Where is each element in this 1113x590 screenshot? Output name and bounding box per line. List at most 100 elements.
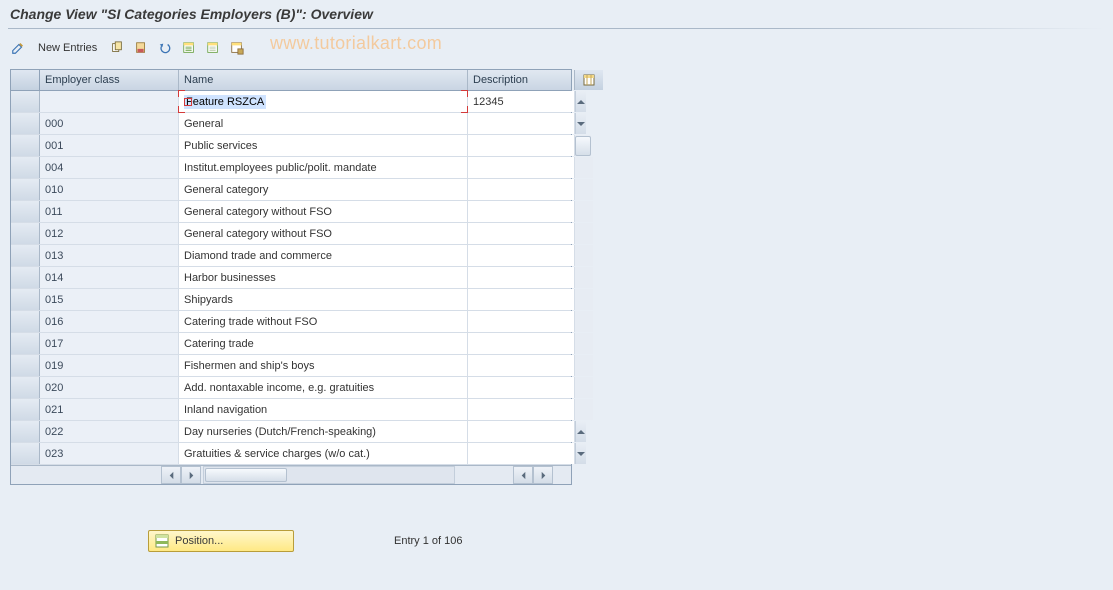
row-selector[interactable] [11, 91, 40, 112]
row-selector[interactable] [11, 223, 40, 244]
scrollbar-track[interactable] [575, 311, 593, 332]
position-button[interactable]: Position... [148, 530, 294, 552]
cell-description[interactable] [468, 201, 575, 222]
cell-employer-class[interactable]: 000 [40, 113, 179, 134]
row-selector[interactable] [11, 355, 40, 376]
scrollbar-track[interactable] [575, 289, 593, 310]
cell-description[interactable] [468, 421, 575, 442]
scrollbar-track[interactable] [575, 135, 591, 156]
configure-columns-icon[interactable] [575, 70, 603, 90]
delete-icon[interactable] [131, 38, 151, 58]
cell-employer-class[interactable] [40, 91, 179, 112]
cell-description[interactable]: 12345 [468, 91, 575, 112]
cell-description[interactable] [468, 267, 575, 288]
row-selector[interactable] [11, 311, 40, 332]
hscroll-thumb[interactable] [205, 468, 287, 482]
row-selector[interactable] [11, 399, 40, 420]
cell-employer-class[interactable]: 004 [40, 157, 179, 178]
cell-description[interactable] [468, 333, 575, 354]
cell-employer-class[interactable]: 010 [40, 179, 179, 200]
cell-description[interactable] [468, 179, 575, 200]
cell-employer-class[interactable]: 011 [40, 201, 179, 222]
scrollbar-track[interactable] [575, 355, 593, 376]
cell-name[interactable]: Shipyards [179, 289, 468, 310]
scrollbar-track[interactable] [575, 333, 593, 354]
cell-employer-class[interactable]: 001 [40, 135, 179, 156]
cell-description[interactable] [468, 443, 575, 464]
cell-description[interactable] [468, 223, 575, 244]
scrollbar-track[interactable] [575, 223, 593, 244]
cell-description[interactable] [468, 355, 575, 376]
hscroll-track[interactable] [203, 466, 455, 484]
scrollbar-track[interactable] [575, 157, 593, 178]
cell-description[interactable] [468, 245, 575, 266]
cell-description[interactable] [468, 377, 575, 398]
cell-name[interactable]: Feature RSZCA [179, 91, 468, 112]
cell-description[interactable] [468, 289, 575, 310]
change-icon[interactable] [8, 38, 28, 58]
table-settings-icon[interactable] [227, 38, 247, 58]
cell-employer-class[interactable]: 014 [40, 267, 179, 288]
scrollbar-track[interactable] [575, 399, 593, 420]
cell-description[interactable] [468, 113, 575, 134]
cell-description[interactable] [468, 399, 575, 420]
scroll-right-step-icon[interactable] [181, 466, 201, 484]
scroll-left-step-icon[interactable] [513, 466, 533, 484]
cell-name[interactable]: Add. nontaxable income, e.g. gratuities [179, 377, 468, 398]
cell-name[interactable]: Institut.employees public/polit. mandate [179, 157, 468, 178]
row-selector[interactable] [11, 157, 40, 178]
scroll-up-step-icon[interactable] [575, 421, 586, 442]
scrollbar-thumb[interactable] [575, 136, 591, 156]
row-selector[interactable] [11, 113, 40, 134]
scrollbar-track[interactable] [575, 179, 593, 200]
scroll-right-icon[interactable] [533, 466, 553, 484]
cell-employer-class[interactable]: 023 [40, 443, 179, 464]
cell-employer-class[interactable]: 015 [40, 289, 179, 310]
cell-description[interactable] [468, 311, 575, 332]
row-selector[interactable] [11, 179, 40, 200]
row-selector[interactable] [11, 201, 40, 222]
scrollbar-track[interactable] [575, 267, 593, 288]
cell-employer-class[interactable]: 017 [40, 333, 179, 354]
cell-name[interactable]: Catering trade without FSO [179, 311, 468, 332]
cell-description[interactable] [468, 157, 575, 178]
cell-employer-class[interactable]: 020 [40, 377, 179, 398]
cell-name[interactable]: Gratuities & service charges (w/o cat.) [179, 443, 468, 464]
row-selector[interactable] [11, 377, 40, 398]
cell-name[interactable]: General category without FSO [179, 223, 468, 244]
cell-employer-class[interactable]: 013 [40, 245, 179, 266]
column-name[interactable]: Name [179, 70, 468, 90]
select-all-icon[interactable] [179, 38, 199, 58]
cell-name[interactable]: General category [179, 179, 468, 200]
scroll-up-icon[interactable] [575, 91, 586, 112]
row-selector[interactable] [11, 443, 40, 464]
scroll-down-step-icon[interactable] [575, 113, 586, 134]
scrollbar-track[interactable] [575, 377, 593, 398]
row-selector[interactable] [11, 289, 40, 310]
cell-name[interactable]: Harbor businesses [179, 267, 468, 288]
copy-icon[interactable] [107, 38, 127, 58]
cell-name[interactable]: Public services [179, 135, 468, 156]
cell-name[interactable]: General category without FSO [179, 201, 468, 222]
row-selector[interactable] [11, 421, 40, 442]
scrollbar-track[interactable] [575, 201, 593, 222]
scroll-left-icon[interactable] [161, 466, 181, 484]
cell-description[interactable] [468, 135, 575, 156]
cell-name[interactable]: Fishermen and ship's boys [179, 355, 468, 376]
deselect-all-icon[interactable] [203, 38, 223, 58]
scrollbar-track[interactable] [575, 245, 593, 266]
cell-employer-class[interactable]: 012 [40, 223, 179, 244]
column-employer-class[interactable]: Employer class [40, 70, 179, 90]
row-selector[interactable] [11, 267, 40, 288]
column-description[interactable]: Description [468, 70, 575, 90]
scroll-down-icon[interactable] [575, 443, 586, 464]
cell-employer-class[interactable]: 022 [40, 421, 179, 442]
undo-icon[interactable] [155, 38, 175, 58]
cell-name[interactable]: Diamond trade and commerce [179, 245, 468, 266]
cell-employer-class[interactable]: 016 [40, 311, 179, 332]
row-selector[interactable] [11, 245, 40, 266]
new-entries-button[interactable]: New Entries [32, 39, 103, 57]
row-selector[interactable] [11, 333, 40, 354]
cell-employer-class[interactable]: 021 [40, 399, 179, 420]
cell-name[interactable]: General [179, 113, 468, 134]
